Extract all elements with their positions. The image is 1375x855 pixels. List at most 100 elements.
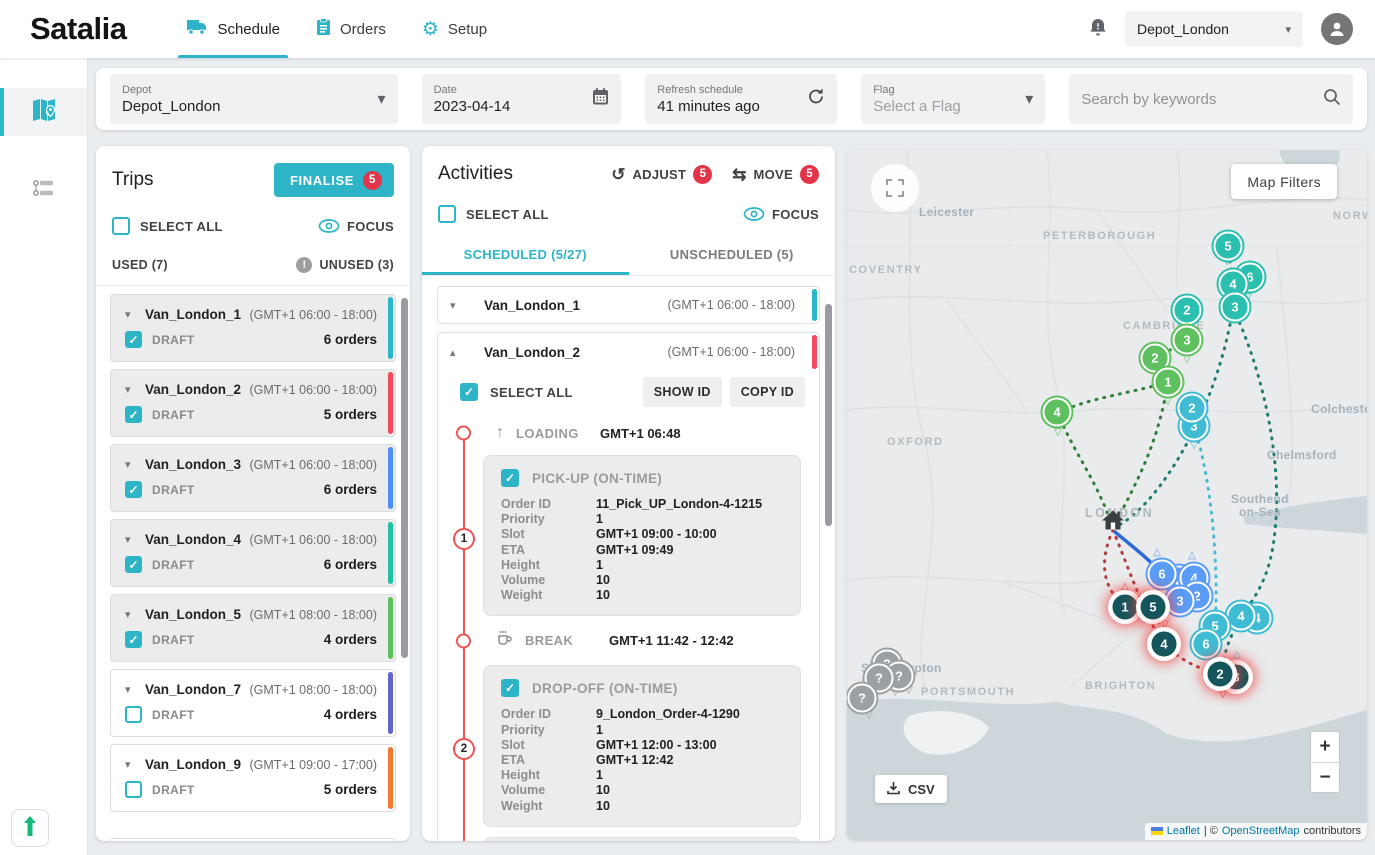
chevron-down-icon[interactable]: ▾ <box>125 758 145 771</box>
trip-card-partial[interactable] <box>110 838 396 841</box>
trip-card[interactable]: ▾ Van_London_7 (GMT+1 08:00 - 18:00) DRA… <box>110 669 396 737</box>
refresh-icon[interactable] <box>807 88 825 111</box>
trip-card[interactable]: ▾ Van_London_4 (GMT+1 06:00 - 18:00) DRA… <box>110 519 396 587</box>
chevron-down-icon[interactable]: ▾ <box>125 683 145 696</box>
tab-used[interactable]: USED (7) <box>112 258 168 272</box>
tab-schedule[interactable]: Schedule <box>168 0 298 58</box>
finalise-button[interactable]: FINALISE 5 <box>274 163 394 197</box>
field-label: Priority <box>501 723 596 738</box>
trips-scrollbar[interactable] <box>401 298 408 658</box>
field-label: Weight <box>501 588 596 603</box>
activities-select-all-checkbox[interactable] <box>438 205 456 223</box>
trips-focus-button[interactable]: FOCUS <box>318 219 394 234</box>
field-row: Height 1 <box>501 768 786 783</box>
chevron-down-icon[interactable]: ▾ <box>125 533 145 546</box>
map-stop-marker[interactable]: 6 <box>1192 630 1221 659</box>
trip-card[interactable]: ▾ Van_London_3 (GMT+1 06:00 - 18:00) DRA… <box>110 444 396 512</box>
van-expanded-header[interactable]: ▴ Van_London_2 (GMT+1 06:00 - 18:00) <box>438 333 819 371</box>
map-stop-marker[interactable]: 1 <box>1154 368 1183 397</box>
map-stop-marker[interactable]: 5 <box>1214 232 1243 261</box>
rail-item-gantt-view[interactable] <box>0 166 87 214</box>
map-stop-marker[interactable]: 4 <box>1043 398 1072 427</box>
adjust-button[interactable]: ↺ ADJUST 5 <box>611 165 712 184</box>
chevron-down-icon[interactable]: ▾ <box>125 383 145 396</box>
copy-id-button[interactable]: COPY ID <box>730 377 805 407</box>
flag-filter[interactable]: Flag Select a Flag ▾ <box>861 74 1045 124</box>
trip-checkbox[interactable] <box>125 406 142 423</box>
trip-card[interactable]: ▾ Van_London_1 (GMT+1 06:00 - 18:00) DRA… <box>110 294 396 362</box>
trip-card[interactable]: ▾ Van_London_9 (GMT+1 09:00 - 17:00) DRA… <box>110 744 396 812</box>
date-filter-value: 2023-04-14 <box>434 98 610 115</box>
refresh-schedule-field[interactable]: Refresh schedule 41 minutes ago <box>645 74 837 124</box>
leaflet-link[interactable]: Leaflet <box>1167 825 1200 837</box>
trip-checkbox[interactable] <box>125 631 142 648</box>
van-select-all-checkbox[interactable] <box>460 383 478 401</box>
map-filters-button[interactable]: Map Filters <box>1231 164 1337 199</box>
map-stop-marker[interactable]: 2 <box>1178 394 1207 423</box>
depot-home-icon[interactable] <box>1101 509 1125 536</box>
trip-checkbox[interactable] <box>125 481 142 498</box>
chevron-down-icon[interactable]: ▾ <box>125 608 145 621</box>
map-stop-marker[interactable]: 5 <box>1139 593 1168 622</box>
field-label: ETA <box>501 753 596 768</box>
trip-checkbox[interactable] <box>125 781 142 798</box>
show-id-button[interactable]: SHOW ID <box>643 377 722 407</box>
tab-scheduled[interactable]: SCHEDULED (5/27) <box>422 235 629 275</box>
map-stop-marker[interactable]: 4 <box>1150 630 1179 659</box>
map-stop-marker[interactable]: 6 <box>1148 560 1177 589</box>
notification-bell-icon[interactable] <box>1089 17 1107 42</box>
map-stop-marker[interactable]: 3 <box>1221 293 1250 322</box>
move-button[interactable]: ⇆ MOVE 5 <box>732 165 819 184</box>
fullscreen-expand-button[interactable] <box>871 164 919 212</box>
van-name: Van_London_2 <box>484 345 580 360</box>
trip-shift-time: (GMT+1 08:00 - 18:00) <box>250 683 378 697</box>
publish-button[interactable] <box>11 809 49 847</box>
zoom-out-button[interactable]: − <box>1311 762 1339 792</box>
openstreetmap-link[interactable]: OpenStreetMap <box>1222 825 1300 837</box>
map-stop-marker[interactable]: 3 <box>1166 587 1195 616</box>
map-stop-marker[interactable]: ? <box>848 684 877 713</box>
trip-card[interactable]: ▾ Van_London_5 (GMT+1 08:00 - 18:00) DRA… <box>110 594 396 662</box>
map-stop-marker[interactable]: 1 <box>1111 593 1140 622</box>
activities-focus-button[interactable]: FOCUS <box>743 207 819 222</box>
map-stop-marker[interactable]: 4 <box>1227 602 1256 631</box>
trip-checkbox[interactable] <box>125 556 142 573</box>
map-stop-marker[interactable]: 3 <box>1173 326 1202 355</box>
search-icon[interactable] <box>1323 88 1341 111</box>
user-avatar[interactable] <box>1321 13 1353 45</box>
tab-unscheduled[interactable]: UNSCHEDULED (5) <box>629 235 836 275</box>
tab-setup[interactable]: ⚙ Setup <box>404 0 505 58</box>
chevron-down-icon[interactable]: ▾ <box>125 458 145 471</box>
chevron-down-icon[interactable]: ▾ <box>450 299 470 312</box>
chevron-down-icon[interactable]: ▾ <box>125 308 145 321</box>
tab-orders[interactable]: Orders <box>298 0 404 58</box>
activities-scrollbar[interactable] <box>825 304 832 526</box>
chevron-up-icon[interactable]: ▴ <box>450 346 470 359</box>
pickup-checkbox[interactable] <box>501 469 519 487</box>
trips-select-all-checkbox[interactable] <box>112 217 130 235</box>
dropoff-activity-card[interactable]: 2 DROP-OFF (ON-TIME) Order ID 9_London_O… <box>483 665 801 826</box>
zoom-in-button[interactable]: + <box>1311 732 1339 762</box>
van-row-collapsed[interactable]: ▾ Van_London_1 (GMT+1 06:00 - 18:00) <box>437 286 820 324</box>
depot-selector[interactable]: Depot_London ▾ <box>1125 11 1303 47</box>
pickup-activity-card[interactable]: 1 PICK-UP (ON-TIME) Order ID 11_Pick_UP_… <box>483 455 801 616</box>
trip-checkbox[interactable] <box>125 331 142 348</box>
map-stop-marker[interactable]: 2 <box>1206 660 1235 689</box>
gear-icon: ⚙ <box>422 20 439 39</box>
field-value: 1 <box>596 512 603 527</box>
field-value: 11_Pick_UP_London-4-1215 <box>596 497 762 512</box>
depot-filter[interactable]: Depot Depot_London ▾ <box>110 74 398 124</box>
date-filter[interactable]: Date 2023-04-14 <box>422 74 622 124</box>
tab-unused[interactable]: ! UNUSED (3) <box>296 257 394 273</box>
trip-name: Van_London_7 <box>145 682 241 697</box>
trip-checkbox[interactable] <box>125 706 142 723</box>
field-row: ETA GMT+1 12:42 <box>501 753 786 768</box>
rail-item-map-view[interactable] <box>0 88 87 136</box>
csv-export-button[interactable]: CSV <box>875 775 947 803</box>
map-panel[interactable]: Leicester PETERBOROUGH COVENTRY NORWICH … <box>847 150 1367 840</box>
chevron-down-icon: ▾ <box>1025 89 1033 109</box>
map-stop-marker[interactable]: 2 <box>1173 296 1202 325</box>
dropoff-checkbox[interactable] <box>501 679 519 697</box>
search-input[interactable] <box>1081 91 1323 108</box>
trip-card[interactable]: ▾ Van_London_2 (GMT+1 06:00 - 18:00) DRA… <box>110 369 396 437</box>
